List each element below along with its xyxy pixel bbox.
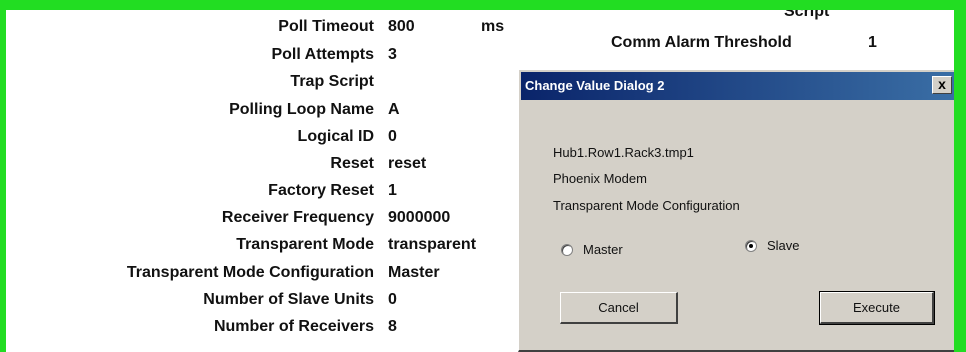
prop-unit: ms — [481, 18, 505, 35]
prop-label: Transparent Mode — [236, 236, 374, 253]
dialog-title: Change Value Dialog 2 — [525, 78, 665, 93]
comm-alarm-label: Comm Alarm Threshold — [611, 34, 792, 51]
prop-label: Number of Receivers — [213, 318, 374, 335]
prop-label: Reset — [330, 155, 374, 172]
prop-value[interactable]: 0 — [388, 127, 397, 147]
comm-alarm-value[interactable]: 1 — [868, 33, 877, 53]
dialog-path: Hub1.Row1.Rack3.tmp1 — [553, 145, 694, 160]
change-value-dialog: Change Value Dialog 2 x Hub1.Row1.Rack3.… — [518, 69, 958, 352]
radio-master-circle[interactable] — [561, 243, 573, 256]
dialog-titlebar[interactable]: Change Value Dialog 2 x — [521, 72, 954, 100]
prop-value[interactable]: 800 — [388, 17, 415, 37]
prop-label: Poll Attempts — [271, 46, 374, 63]
prop-label: Transparent Mode Configuration — [126, 264, 374, 281]
prop-value[interactable]: 3 — [388, 45, 397, 65]
prop-value[interactable]: 0 — [388, 290, 397, 310]
dialog-device: Phoenix Modem — [553, 171, 647, 186]
dialog-setting: Transparent Mode Configuration — [553, 198, 740, 213]
close-icon: x — [938, 76, 946, 92]
script-label: Script — [784, 3, 830, 20]
close-button[interactable]: x — [932, 76, 952, 94]
prop-value[interactable]: 1 — [388, 181, 397, 201]
prop-value[interactable]: reset — [388, 154, 426, 174]
radio-slave[interactable]: Slave — [745, 238, 800, 253]
radio-slave-label: Slave — [767, 238, 800, 253]
prop-label: Logical ID — [297, 128, 374, 145]
prop-label: Factory Reset — [268, 182, 374, 199]
prop-label: Trap Script — [290, 73, 374, 90]
prop-label: Number of Slave Units — [203, 291, 374, 308]
prop-value[interactable]: transparent — [388, 235, 476, 255]
prop-label: Poll Timeout — [278, 18, 374, 35]
execute-button[interactable]: Execute — [819, 291, 935, 325]
radio-slave-circle[interactable] — [745, 239, 757, 252]
prop-label: Polling Loop Name — [229, 101, 374, 118]
prop-value[interactable]: A — [388, 100, 400, 120]
prop-value[interactable]: Master — [388, 263, 440, 283]
prop-label: Receiver Frequency — [221, 209, 374, 226]
prop-value[interactable]: 8 — [388, 317, 397, 337]
radio-master-label: Master — [583, 242, 623, 257]
prop-value[interactable]: 9000000 — [388, 208, 450, 228]
radio-master[interactable]: Master — [561, 242, 623, 257]
cancel-button[interactable]: Cancel — [560, 292, 678, 324]
